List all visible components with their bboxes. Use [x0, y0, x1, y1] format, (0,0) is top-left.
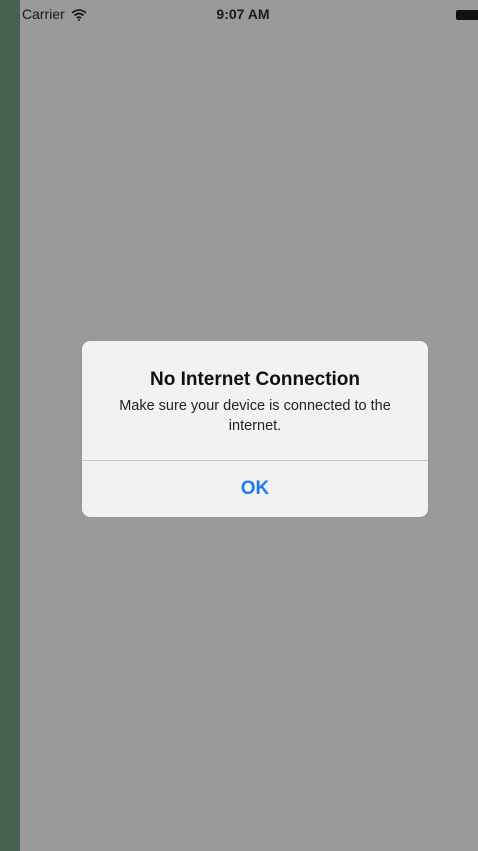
device-frame-edge: [0, 0, 20, 851]
alert-message: Make sure your device is connected to th…: [119, 398, 391, 434]
ok-button[interactable]: OK: [82, 461, 428, 517]
alert-title: No Internet Connection: [149, 369, 361, 390]
status-bar: Carrier 9:07 AM: [20, 0, 478, 30]
screen: Carrier 9:07 AM No Internet Connection M…: [20, 0, 478, 851]
status-time: 9:07 AM: [216, 6, 270, 22]
alert-dialog: No Internet Connection Make sure your de…: [82, 341, 428, 517]
battery-icon: [456, 10, 478, 20]
